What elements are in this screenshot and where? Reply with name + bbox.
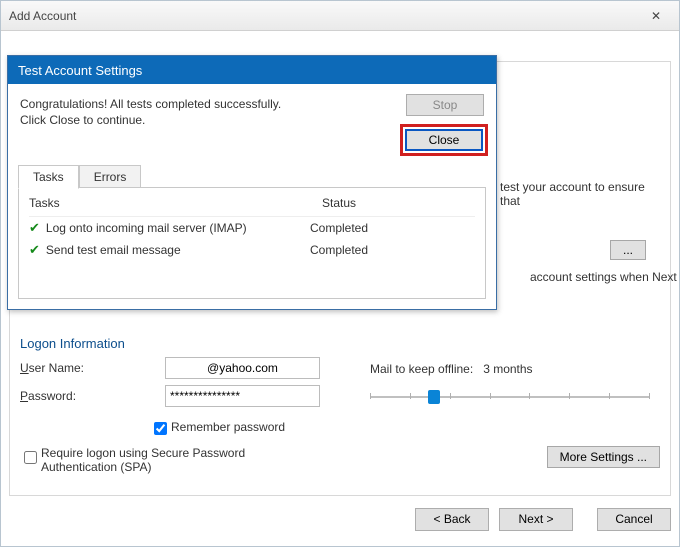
back-button[interactable]: < Back [415, 508, 489, 531]
tab-errors[interactable]: Errors [79, 165, 142, 189]
close-button-highlight: Close [400, 124, 488, 156]
test-dialog-body: Congratulations! All tests completed suc… [8, 84, 496, 309]
footer-buttons: < Back Next >Next > Cancel [9, 502, 671, 536]
cancel-button[interactable]: Cancel [597, 508, 671, 531]
tasks-header: Tasks Status [29, 194, 475, 217]
mail-offline-label: Mail to keep offline: [370, 362, 473, 376]
tab-tasks[interactable]: Tasks [18, 165, 79, 189]
test-dialog-title: Test Account Settings [8, 56, 496, 84]
username-input[interactable] [165, 357, 320, 379]
require-spa-checkbox[interactable] [24, 451, 37, 464]
test-success-message: Congratulations! All tests completed suc… [20, 96, 290, 128]
check-icon: ✔ [29, 220, 40, 236]
username-label: UUser Name:ser Name: [20, 361, 165, 375]
tasks-panel: Tasks Status ✔ Log onto incoming mail ser… [18, 187, 486, 299]
auto-test-label: account settings when Next [530, 270, 680, 284]
browse-button[interactable]: ... [610, 240, 646, 260]
remember-password-label: Remember password [171, 420, 285, 434]
stop-button: Stop [406, 94, 484, 116]
test-account-settings-dialog: Test Account Settings Congratulations! A… [7, 55, 497, 310]
mail-offline-value: 3 months [483, 362, 532, 376]
outer-titlebar: Add Account ✕ [1, 1, 679, 31]
task-name: Send test email message [46, 243, 181, 257]
password-label: Password: [20, 389, 165, 403]
require-spa-label: Require logon using Secure Password Auth… [41, 446, 321, 474]
mail-offline-slider[interactable] [370, 388, 650, 406]
table-row: ✔ Log onto incoming mail server (IMAP) Co… [29, 217, 475, 239]
account-settings-hint: test your account to ensure that [500, 180, 660, 208]
outer-title-text: Add Account [9, 9, 76, 23]
check-icon: ✔ [29, 242, 40, 258]
col-status: Status [289, 196, 389, 210]
slider-thumb[interactable] [428, 390, 440, 404]
task-status: Completed [289, 221, 389, 235]
test-tabs: Tasks Errors [18, 164, 486, 188]
remember-password-checkbox[interactable] [154, 422, 167, 435]
mail-offline-section: Mail to keep offline: 3 months [370, 362, 650, 406]
table-row: ✔ Send test email message Completed [29, 239, 475, 261]
col-tasks: Tasks [29, 196, 289, 210]
password-input[interactable] [165, 385, 320, 407]
close-icon[interactable]: ✕ [641, 9, 671, 23]
more-settings-button[interactable]: More Settings ...More Settings ... [547, 446, 660, 468]
close-button[interactable]: Close [405, 129, 483, 151]
next-button[interactable]: Next >Next > [499, 508, 573, 531]
outer-body: ✸➤ test your account to ensure that ... … [1, 31, 679, 546]
logon-header: Logon Information [20, 336, 360, 351]
logon-section: Logon Information UUser Name:ser Name: P… [20, 328, 360, 474]
add-account-window: Add Account ✕ ✸➤ test your account to en… [0, 0, 680, 547]
task-name: Log onto incoming mail server (IMAP) [46, 221, 247, 235]
task-status: Completed [289, 243, 389, 257]
